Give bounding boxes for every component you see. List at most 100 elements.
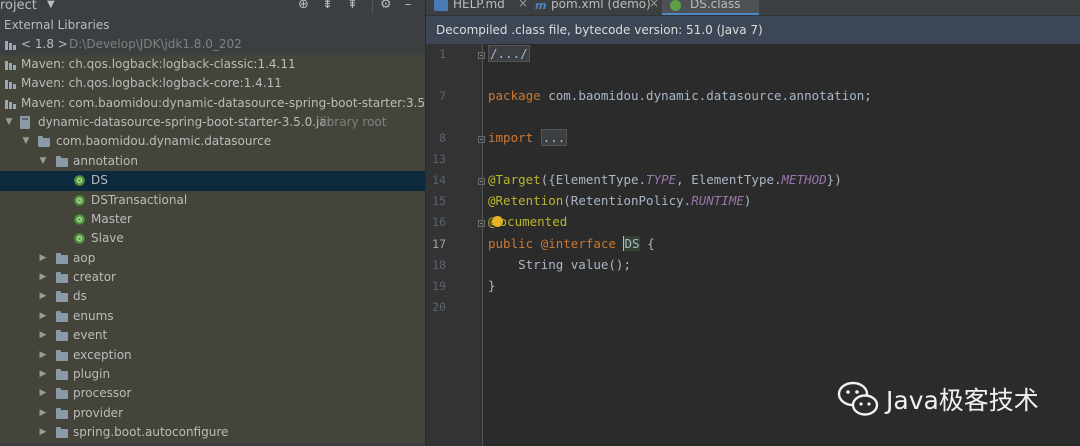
import-keyword: import (488, 130, 534, 145)
tree-item-folder-annotation[interactable]: ▼ annotation (0, 151, 425, 172)
annotation-class-icon (74, 175, 85, 187)
folder-icon (56, 369, 68, 381)
tree-item-class[interactable]: Slave (0, 229, 425, 249)
enum-constant: TYPE (646, 172, 677, 187)
chevron-right-icon[interactable]: ▶ (38, 365, 48, 384)
chevron-down-icon[interactable]: ▼ (4, 113, 14, 132)
folder-icon (56, 310, 68, 322)
code-line-16: @ocumented (488, 214, 567, 229)
project-panel-header: roject ▼ ⊕ ⇟ ⇞ ⚙ – (0, 0, 425, 16)
chevron-down-icon[interactable]: ▼ (38, 152, 48, 171)
tree-item-folder[interactable]: ▶ plugin (0, 365, 425, 385)
line-number: 7 (439, 89, 446, 103)
text-caret: D (623, 236, 633, 251)
tree-item-external-libraries[interactable]: External Libraries (0, 16, 425, 35)
header-divider (372, 0, 373, 14)
enum-constant: RUNTIME (691, 193, 744, 208)
documented-annotation: ocumented (499, 214, 568, 229)
chevron-right-icon[interactable]: ▶ (38, 423, 48, 442)
code-line-19: } (488, 278, 496, 293)
hide-icon[interactable]: – (405, 0, 412, 12)
chevron-right-icon[interactable]: ▶ (38, 268, 48, 287)
chevron-right-icon[interactable]: ▶ (38, 307, 48, 326)
tree-item-library[interactable]: Maven: com.baomidou:dynamic-datasource-s… (0, 93, 425, 113)
chevron-right-icon[interactable]: ▶ (38, 287, 48, 306)
tree-item-jar[interactable]: ▼ dynamic-datasource-spring-boot-starter… (0, 112, 425, 133)
code-text: (RetentionPolicy. (563, 193, 692, 208)
tree-item-folder[interactable]: ▶ processor (0, 384, 425, 404)
project-tree: External Libraries < 1.8 > D:\Develop\JD… (0, 16, 425, 443)
tree-item-library[interactable]: Maven: ch.qos.logback:logback-core:1.4.1… (0, 74, 425, 94)
tree-item-label: DS (91, 173, 108, 188)
code-text: , ElementType. (676, 172, 782, 187)
watermark-text: Java极客技术 (886, 386, 1039, 415)
tree-item-folder[interactable]: ▶ event (0, 326, 425, 346)
tree-item-folder[interactable]: ▶ aop (0, 248, 425, 269)
markdown-file-icon (434, 0, 448, 11)
close-icon[interactable]: × (649, 0, 659, 9)
wechat-icon (837, 381, 879, 416)
target-annotation: @Target (488, 172, 541, 187)
tree-item-class-ds[interactable]: DS (0, 171, 425, 191)
class-name-ds: DS (623, 236, 640, 251)
tree-item-folder[interactable]: ▶ creator (0, 268, 425, 288)
code-line-15: @Retention(RetentionPolicy.RUNTIME) (488, 193, 751, 208)
chevron-right-icon[interactable]: ▶ (38, 249, 48, 268)
maven-file-icon: m (535, 0, 547, 12)
gear-icon[interactable]: ⚙ (380, 0, 392, 12)
tree-item-class[interactable]: DSTransactional (0, 190, 425, 210)
tree-item-label: processor (73, 386, 132, 401)
chevron-down-icon[interactable]: ▼ (21, 132, 31, 151)
tree-item-label: Maven: ch.qos.logback:logback-core:1.4.1… (21, 76, 282, 91)
code-text: S (632, 236, 640, 251)
chevron-right-icon[interactable]: ▶ (38, 384, 48, 403)
tree-item-folder[interactable]: ▶ enums (0, 306, 425, 327)
project-panel-title[interactable]: roject (0, 0, 37, 13)
line-number: 8 (439, 131, 446, 145)
jar-name-label: dynamic-datasource-spring-boot-starter-3… (38, 114, 332, 129)
chevron-right-icon[interactable]: ▶ (38, 346, 48, 365)
folder-icon (56, 252, 68, 264)
tab-ds-class[interactable]: DS.class (662, 0, 759, 15)
project-panel: roject ▼ ⊕ ⇟ ⇞ ⚙ – External Libraries < … (0, 0, 425, 446)
tab-help-md[interactable]: HELP.md × (426, 0, 528, 15)
line-number: 16 (432, 215, 446, 229)
tree-item-class[interactable]: Master (0, 209, 425, 230)
line-number-gutter[interactable]: 1 7 8 13 14 15 16 17 18 19 20 (426, 44, 485, 446)
code-line-14: @Target({ElementType.TYPE, ElementType.M… (488, 172, 842, 187)
tree-item-folder[interactable]: ▶ spring.boot.autoconfigure (0, 423, 425, 443)
tree-item-library[interactable]: Maven: ch.qos.logback:logback-classic:1.… (0, 54, 425, 75)
chevron-right-icon[interactable]: ▶ (38, 404, 48, 423)
folder-icon (56, 155, 68, 167)
chevron-down-icon[interactable]: ▼ (47, 0, 55, 10)
tree-item-folder[interactable]: ▶ ds (0, 287, 425, 307)
line-number: 13 (432, 152, 446, 166)
line-number: 14 (432, 173, 446, 187)
expand-settings-icon[interactable]: ⇞ (347, 0, 358, 12)
folded-imports[interactable]: ... (540, 129, 568, 146)
tree-item-package[interactable]: ▼ com.baomidou.dynamic.datasource (0, 132, 425, 152)
line-number: 19 (432, 279, 446, 293)
tab-pom-xml[interactable]: m pom.xml (demo) × (527, 0, 659, 15)
line-number: 18 (432, 258, 446, 272)
folder-icon (56, 349, 68, 361)
library-root-label: library root (320, 114, 387, 129)
code-line-7: package com.baomidou.dynamic.datasource.… (488, 88, 872, 103)
package-icon (38, 136, 50, 148)
collapse-all-icon[interactable]: ⇟ (322, 0, 333, 12)
folded-comment[interactable]: /.../ (488, 45, 530, 62)
tree-item-folder[interactable]: ▶ exception (0, 345, 425, 366)
code-line-17: public @interface DS { (488, 236, 655, 251)
folder-icon (56, 330, 68, 342)
line-number-current: 17 (432, 237, 446, 251)
tree-item-folder[interactable]: ▶ provider (0, 403, 425, 424)
tree-item-jdk[interactable]: < 1.8 > D:\Develop\JDK\jdk1.8.0_202 (0, 35, 425, 54)
folder-icon (56, 272, 68, 284)
library-icon (5, 40, 17, 51)
chevron-right-icon[interactable]: ▶ (38, 326, 48, 345)
annotation-class-icon (74, 233, 85, 245)
annotation-class-icon (74, 194, 85, 206)
gutter-divider (482, 44, 483, 446)
globe-icon[interactable]: ⊕ (298, 0, 309, 12)
tab-label: DS.class (690, 0, 741, 11)
